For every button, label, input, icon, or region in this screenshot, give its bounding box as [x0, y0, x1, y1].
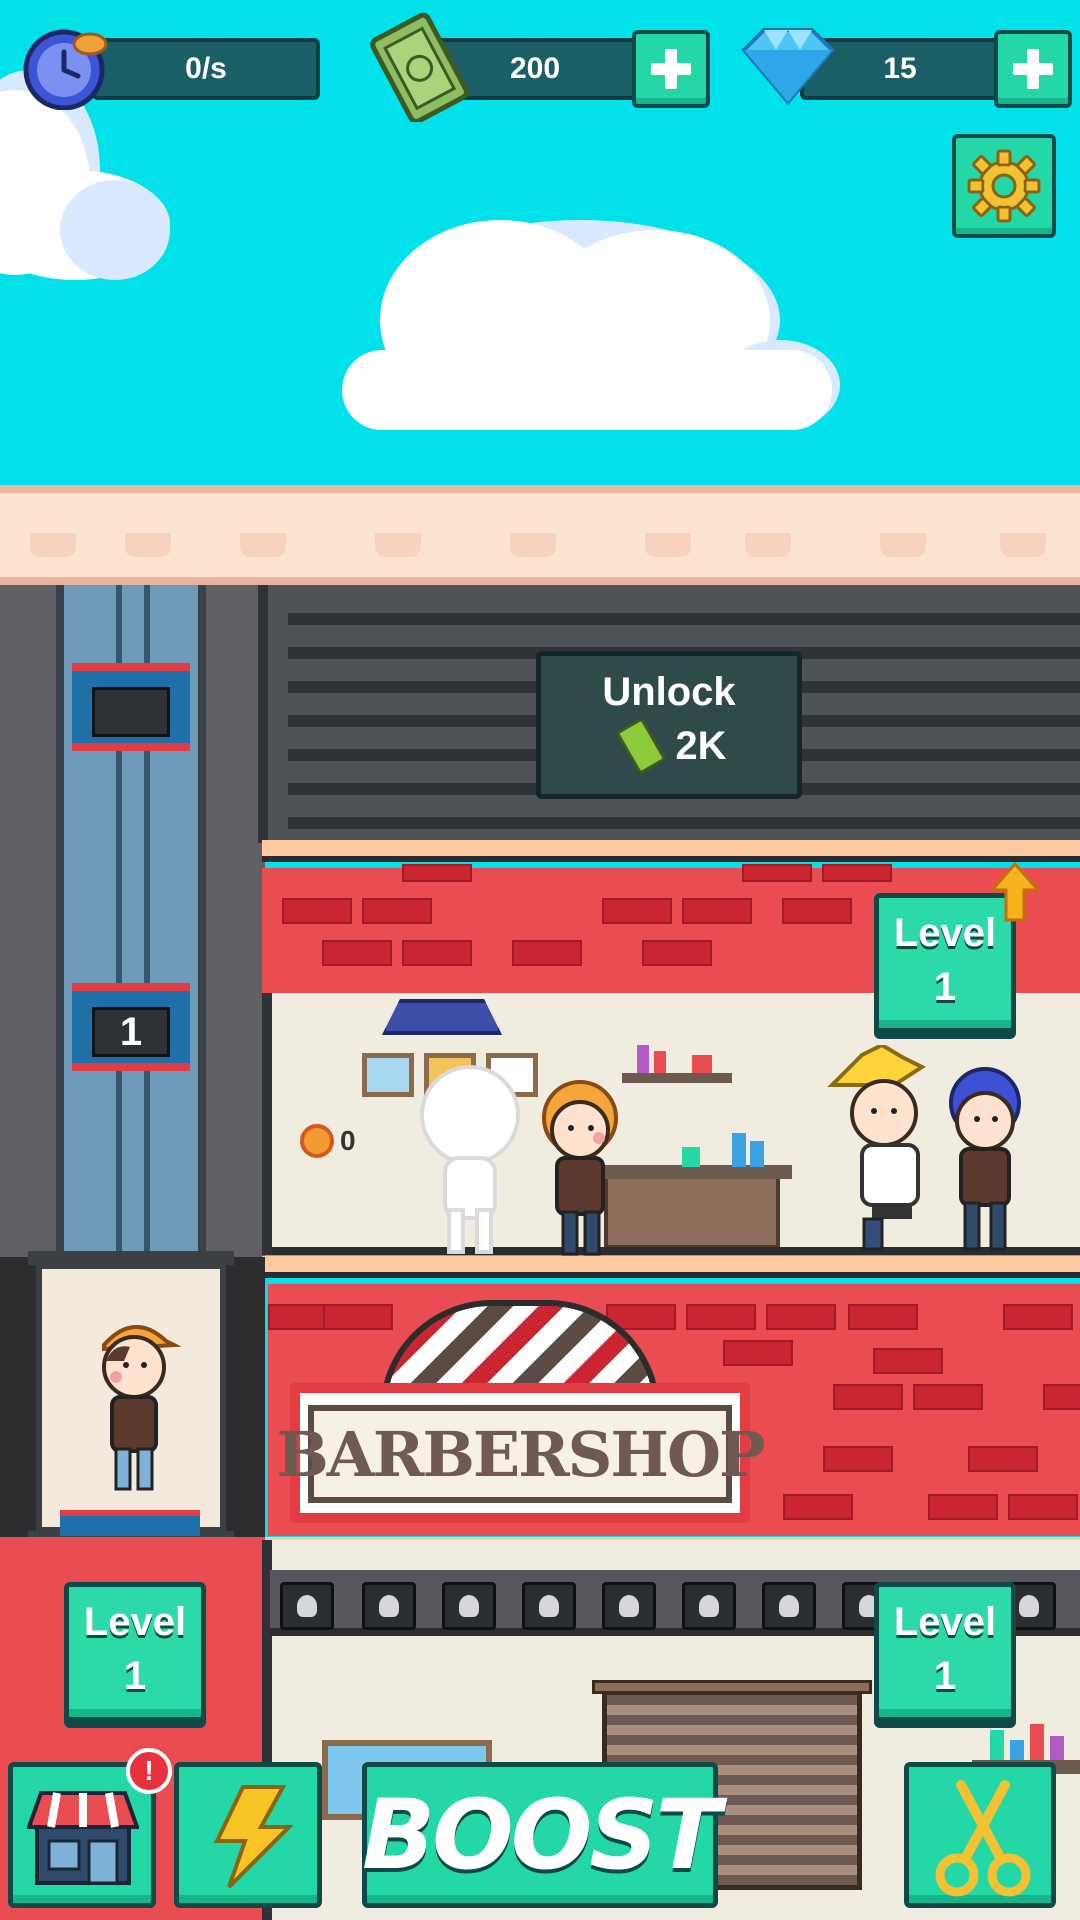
power-button[interactable] — [174, 1762, 322, 1908]
empty-customer-slot — [415, 1060, 525, 1255]
elevator-operator — [102, 1324, 182, 1491]
lightning-icon — [213, 1785, 293, 1889]
upgrade-arrow-icon — [988, 861, 1042, 922]
unlock-cost: 2K — [675, 723, 727, 768]
wall-picture — [362, 1053, 414, 1097]
add-cash-button[interactable] — [632, 30, 710, 108]
income-rate-pill: 0/s — [92, 38, 320, 100]
gems-value: 15 — [883, 52, 917, 85]
elevator-level-value: 1 — [123, 1654, 147, 1698]
scissors-icon — [935, 1780, 1031, 1897]
wall-shelf — [622, 1073, 732, 1083]
shop-alert-badge: ! — [126, 1748, 172, 1794]
ceiling-lamp — [382, 999, 502, 1035]
haircut-button[interactable] — [904, 1762, 1056, 1908]
floor-ledge — [262, 840, 1080, 862]
elevator-shaft: 1 — [56, 585, 206, 1257]
room2-level-button[interactable]: Level 1 — [874, 1582, 1016, 1722]
coin-counter: 0 — [300, 1124, 356, 1158]
room2-level-value: 1 — [933, 1654, 957, 1698]
customer-in-chair — [822, 1042, 942, 1255]
clock-icon — [22, 26, 110, 111]
elevator-level-button[interactable]: Level 1 — [64, 1582, 206, 1722]
cash-icon — [370, 12, 470, 124]
barbershop-sign: BARBERSHOP — [276, 1383, 766, 1523]
unlock-title: Unlock — [602, 670, 736, 714]
shaft-floor-marker: 1 — [72, 983, 190, 1071]
elevator-base — [60, 1510, 200, 1536]
boost-button[interactable]: BOOST — [362, 1762, 721, 1908]
cash-icon — [617, 719, 666, 773]
diamond-icon — [740, 26, 836, 106]
barber-cabinet — [604, 1175, 780, 1249]
barber-character[interactable] — [935, 1065, 1035, 1255]
roof-cornice — [0, 485, 1080, 585]
barber-character[interactable] — [535, 1078, 625, 1258]
unlock-floor-button[interactable]: Unlock 2K — [536, 651, 802, 799]
room1-level-value: 1 — [933, 965, 957, 1009]
floor-number: 1 — [92, 1007, 170, 1057]
barbershop-sign-text: BARBERSHOP — [276, 1405, 766, 1503]
room2-level-label: Level — [893, 1600, 997, 1644]
coin-icon — [300, 1124, 334, 1158]
shaft-floor-marker — [72, 663, 190, 751]
floor-ledge — [262, 1256, 1080, 1278]
coin-count: 0 — [340, 1125, 356, 1156]
income-rate-value: 0/s — [185, 52, 227, 85]
boost-label: BOOST — [362, 1779, 721, 1891]
add-gems-button[interactable] — [994, 30, 1072, 108]
gear-icon — [967, 149, 1041, 223]
cash-value: 200 — [509, 52, 561, 85]
store-icon — [27, 1791, 139, 1885]
settings-button[interactable] — [952, 134, 1056, 238]
elevator-car[interactable] — [28, 1251, 234, 1545]
elevator-level-label: Level — [83, 1600, 187, 1644]
